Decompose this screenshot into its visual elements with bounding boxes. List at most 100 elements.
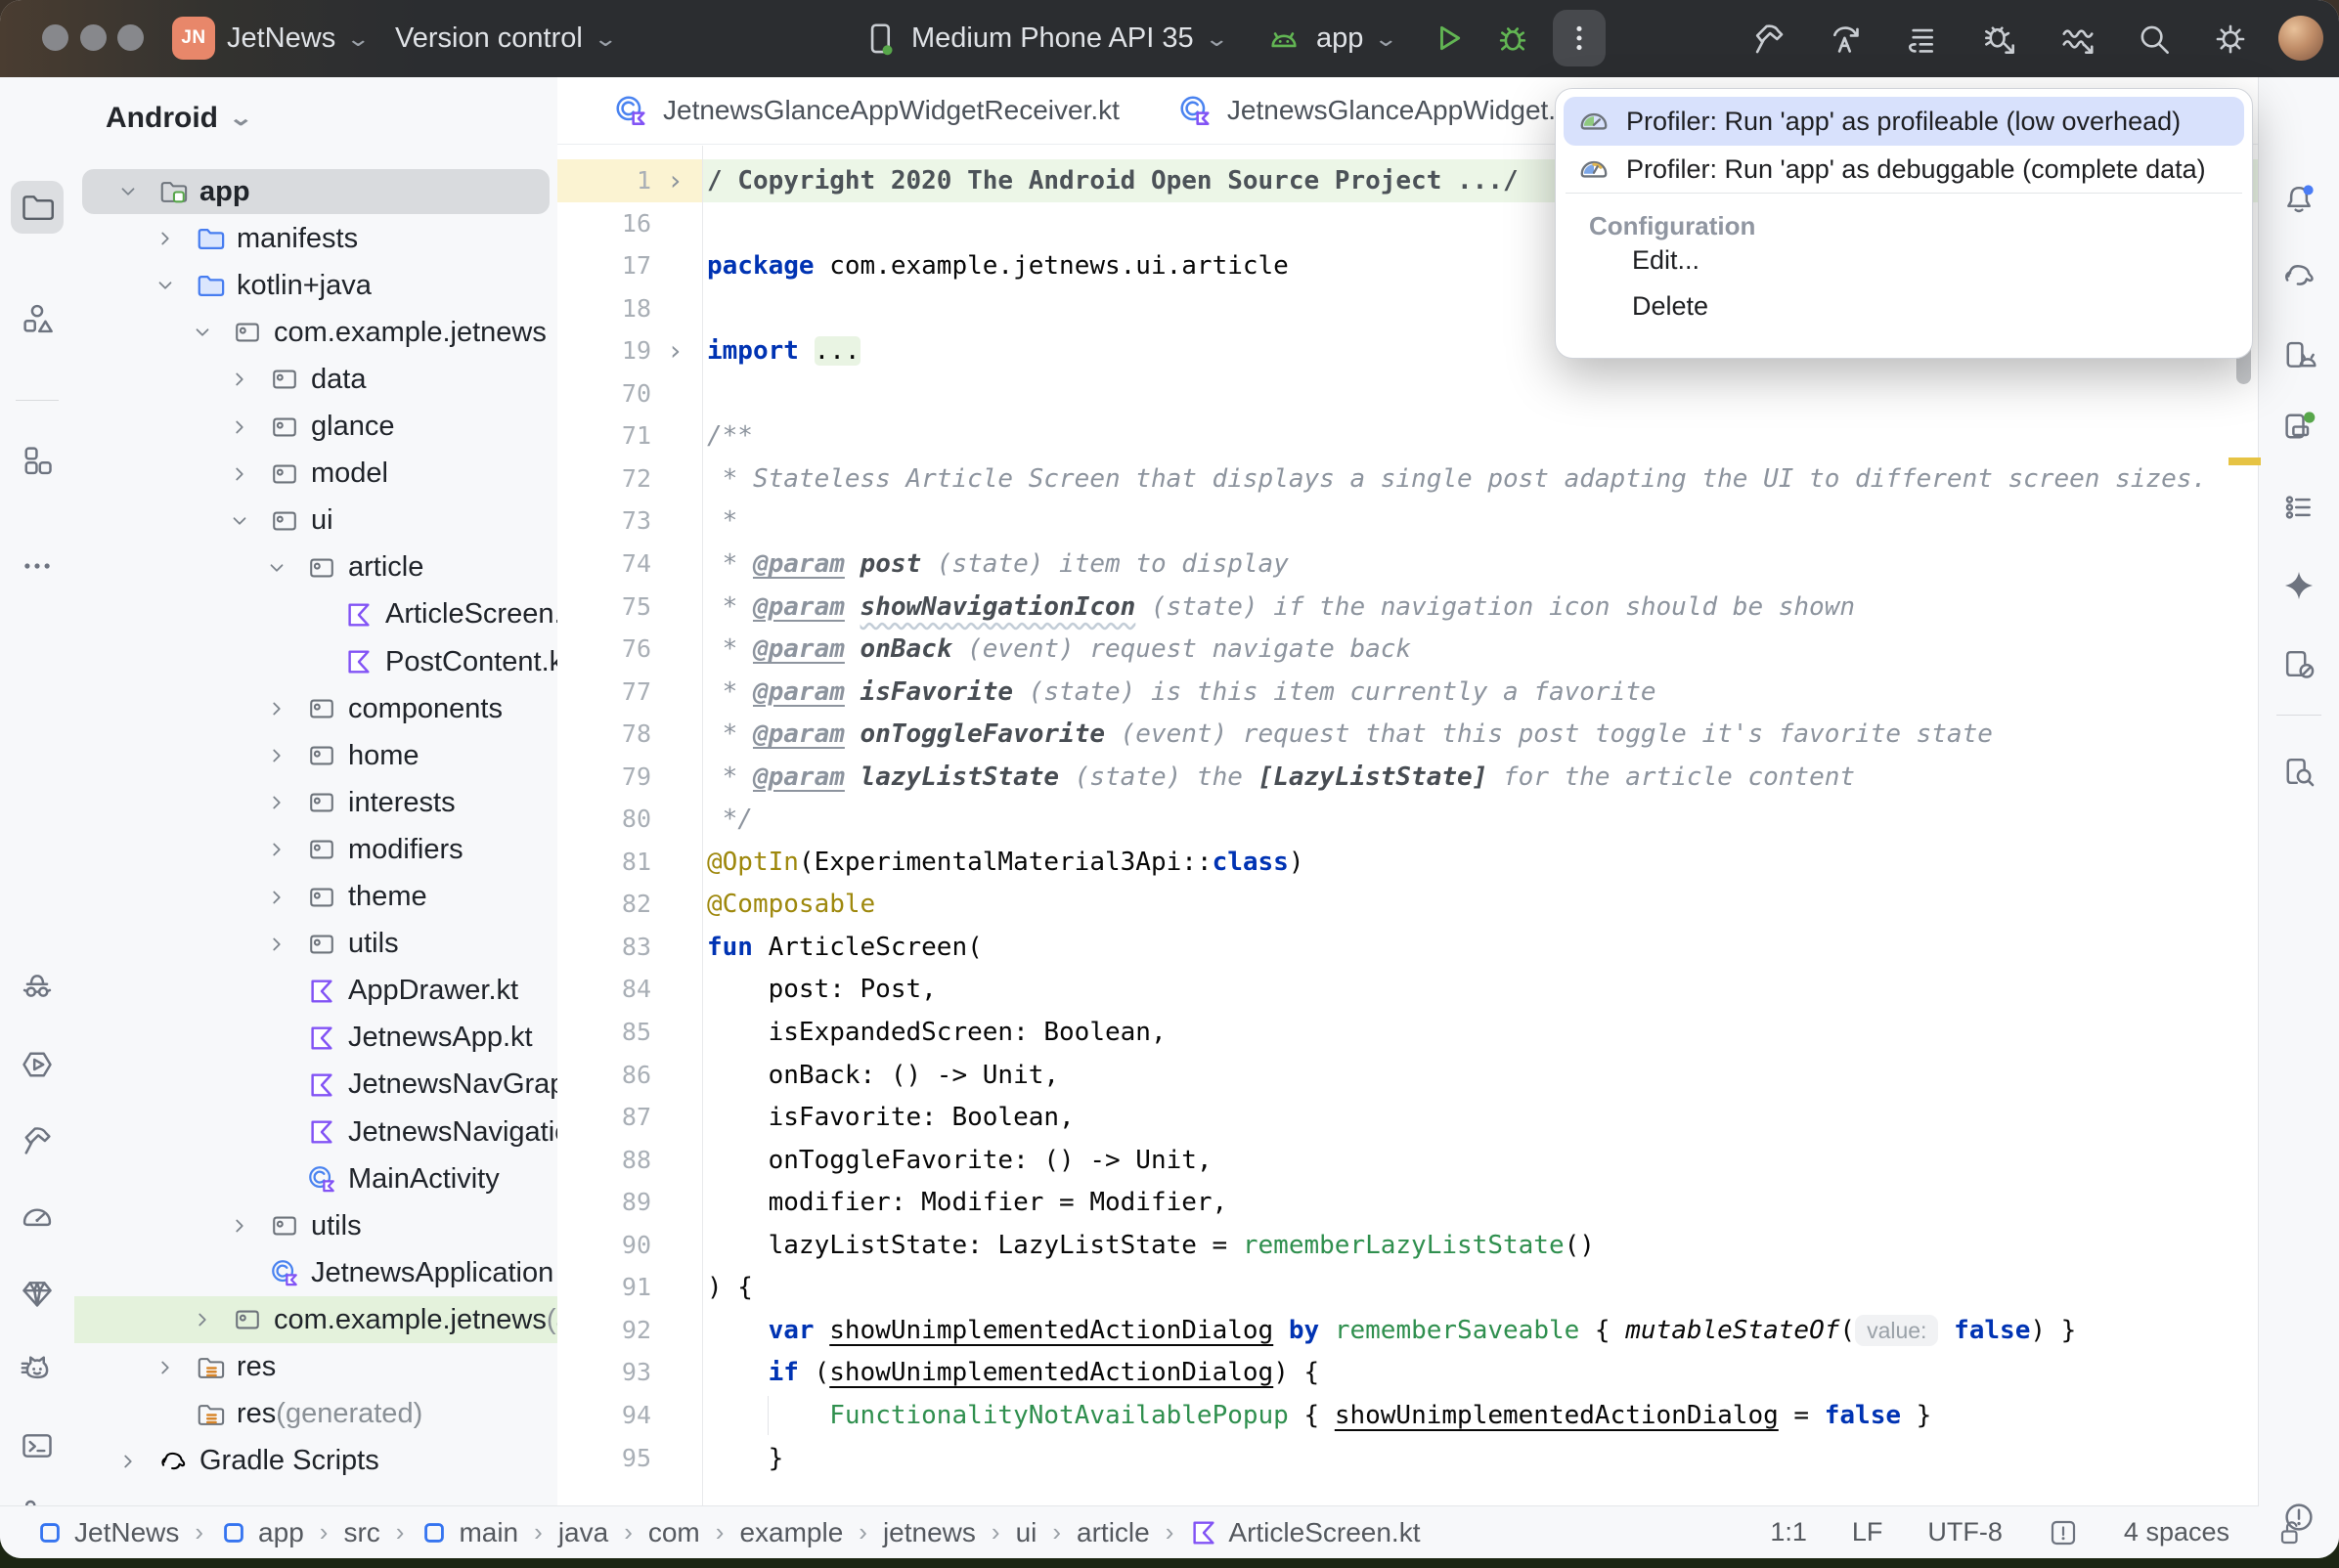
tree-item-components[interactable]: components (74, 685, 557, 732)
chevron-right-icon[interactable] (154, 1357, 176, 1378)
app-inspection-button[interactable] (11, 960, 64, 1013)
breadcrumb-main[interactable]: main (419, 1517, 518, 1548)
chevron-right-icon[interactable] (266, 839, 287, 860)
project-view-selector[interactable]: Android⌄ (106, 97, 249, 140)
breadcrumb-ui[interactable]: ui (1016, 1517, 1037, 1548)
chevron-right-icon[interactable] (154, 228, 176, 249)
breadcrumb-example[interactable]: example (739, 1517, 843, 1548)
tree-item-interests[interactable]: interests (74, 779, 557, 826)
debug-button[interactable] (1494, 20, 1531, 57)
tree-item-kotlin-java[interactable]: kotlin+java (74, 262, 557, 309)
app-quality-insights-button[interactable] (11, 1267, 64, 1320)
chevron-right-icon[interactable] (266, 887, 287, 908)
profiler-tool-button[interactable] (11, 1191, 64, 1243)
device-explorer-button[interactable] (2273, 745, 2325, 798)
run-config-selector[interactable]: app⌄ (1316, 0, 1395, 77)
device-selector[interactable]: Medium Phone API 35⌄ (911, 0, 1225, 77)
chevron-down-icon[interactable] (266, 557, 287, 579)
chevron-right-icon[interactable] (229, 416, 250, 438)
run-button[interactable] (1430, 20, 1467, 57)
popup-item-2[interactable]: Profiler: Run 'app' as debuggable (compl… (1564, 145, 2244, 194)
profiler-button[interactable] (2059, 21, 2096, 58)
sync-project-button[interactable] (1827, 21, 1864, 58)
window-minimize-button[interactable] (80, 24, 107, 51)
chevron-right-icon[interactable] (117, 1451, 139, 1472)
breadcrumb-src[interactable]: src (343, 1517, 379, 1548)
tree-item-jetnewsnavigation-kt[interactable]: JetnewsNavigation.kt (74, 1109, 557, 1155)
tree-item-app[interactable]: app (74, 168, 557, 215)
tree-item-jetnewsnavgraph-kt[interactable]: JetnewsNavGraph.kt (74, 1062, 557, 1109)
tree-item-theme[interactable]: theme (74, 874, 557, 921)
breadcrumb-article[interactable]: article (1077, 1517, 1150, 1548)
device-manager-button[interactable] (2273, 329, 2325, 382)
user-avatar[interactable] (2278, 16, 2323, 61)
tree-item-articlescreen-kt[interactable]: ArticleScreen.kt (74, 591, 557, 638)
editor-tab-1[interactable]: JetnewsGlanceAppWidgetReceiver.kt (585, 77, 1149, 145)
terminal-button[interactable] (11, 1419, 64, 1472)
more-run-options-button[interactable] (1553, 10, 1606, 66)
tree-item-modifiers[interactable]: modifiers (74, 826, 557, 873)
tree-item-article[interactable]: article (74, 544, 557, 591)
task-list-button[interactable] (1903, 21, 1940, 58)
chevron-right-icon[interactable] (229, 463, 250, 485)
window-close-button[interactable] (42, 24, 68, 51)
logcat-button[interactable] (11, 1343, 64, 1396)
bookmarks-button[interactable] (2273, 481, 2325, 534)
attach-debugger-button[interactable] (1981, 21, 2018, 58)
gradle-button[interactable] (2273, 249, 2325, 302)
search-everywhere-button[interactable] (2136, 21, 2173, 58)
gemini-button[interactable] (2273, 559, 2325, 612)
chevron-down-icon[interactable] (117, 181, 139, 202)
running-devices-tool-button[interactable] (11, 1038, 64, 1091)
popup-item-1[interactable]: Profiler: Run 'app' as profileable (low … (1564, 97, 2244, 146)
indent-setting[interactable]: 4 spaces (2124, 1517, 2229, 1547)
tree-item-jetnewsapp-kt[interactable]: JetnewsApp.kt (74, 1015, 557, 1062)
resource-manager-button[interactable] (11, 292, 64, 345)
fold-marker-icon[interactable]: › (667, 159, 684, 202)
tree-item-ui[interactable]: ui (74, 498, 557, 544)
tree-item-com-example-jetnews[interactable]: com.example.jetnews (androidTest) (74, 1296, 557, 1343)
build-button[interactable] (1750, 21, 1787, 58)
settings-button[interactable] (2212, 21, 2249, 58)
chevron-right-icon[interactable] (266, 745, 287, 766)
tree-item-model[interactable]: model (74, 451, 557, 498)
chevron-down-icon[interactable] (229, 510, 250, 532)
tree-item-utils[interactable]: utils (74, 1202, 557, 1249)
vcs-menu[interactable]: Version control⌄ (395, 0, 614, 77)
window-zoom-button[interactable] (117, 24, 144, 51)
chevron-right-icon[interactable] (266, 698, 287, 719)
tree-item-manifests[interactable]: manifests (74, 215, 557, 262)
project-tool-button[interactable] (11, 181, 64, 234)
inspections-widget[interactable] (2048, 1517, 2079, 1548)
tree-item-data[interactable]: data (74, 356, 557, 403)
running-devices-button[interactable] (2273, 400, 2325, 453)
tree-item-res[interactable]: res (generated) (74, 1391, 557, 1438)
chevron-right-icon[interactable] (266, 792, 287, 813)
tree-item-res[interactable]: res (74, 1344, 557, 1391)
breadcrumb-jetnews[interactable]: jetnews (883, 1517, 976, 1548)
warning-stripe-mark[interactable] (2229, 457, 2261, 465)
popup-edit-item[interactable]: Edit... (1632, 240, 1699, 280)
problems-button[interactable] (2273, 1491, 2325, 1544)
tree-item-jetnewsapplication[interactable]: JetnewsApplication (74, 1249, 557, 1296)
fold-marker-icon[interactable]: › (667, 329, 684, 372)
tree-item-glance[interactable]: glance (74, 404, 557, 451)
tree-item-gradle-scripts[interactable]: Gradle Scripts (74, 1438, 557, 1485)
notifications-button[interactable] (2273, 173, 2325, 226)
more-tool-windows-button[interactable] (11, 540, 64, 592)
tree-item-utils[interactable]: utils (74, 921, 557, 968)
chevron-down-icon[interactable] (154, 275, 176, 296)
chevron-down-icon[interactable] (192, 322, 213, 343)
breadcrumb-com[interactable]: com (648, 1517, 700, 1548)
breadcrumb-articlescreen-kt[interactable]: ArticleScreen.kt (1189, 1517, 1420, 1548)
tree-item-home[interactable]: home (74, 732, 557, 779)
editor-tab-2[interactable]: JetnewsGlanceAppWidget.kt (1149, 77, 1607, 145)
tree-item-appdrawer-kt[interactable]: AppDrawer.kt (74, 968, 557, 1015)
chevron-right-icon[interactable] (229, 369, 250, 390)
chevron-right-icon[interactable] (192, 1309, 213, 1330)
tree-item-mainactivity[interactable]: MainActivity (74, 1155, 557, 1202)
popup-delete-item[interactable]: Delete (1632, 286, 1708, 326)
line-separator[interactable]: LF (1852, 1517, 1883, 1547)
chevron-right-icon[interactable] (266, 934, 287, 955)
chevron-right-icon[interactable] (229, 1215, 250, 1237)
